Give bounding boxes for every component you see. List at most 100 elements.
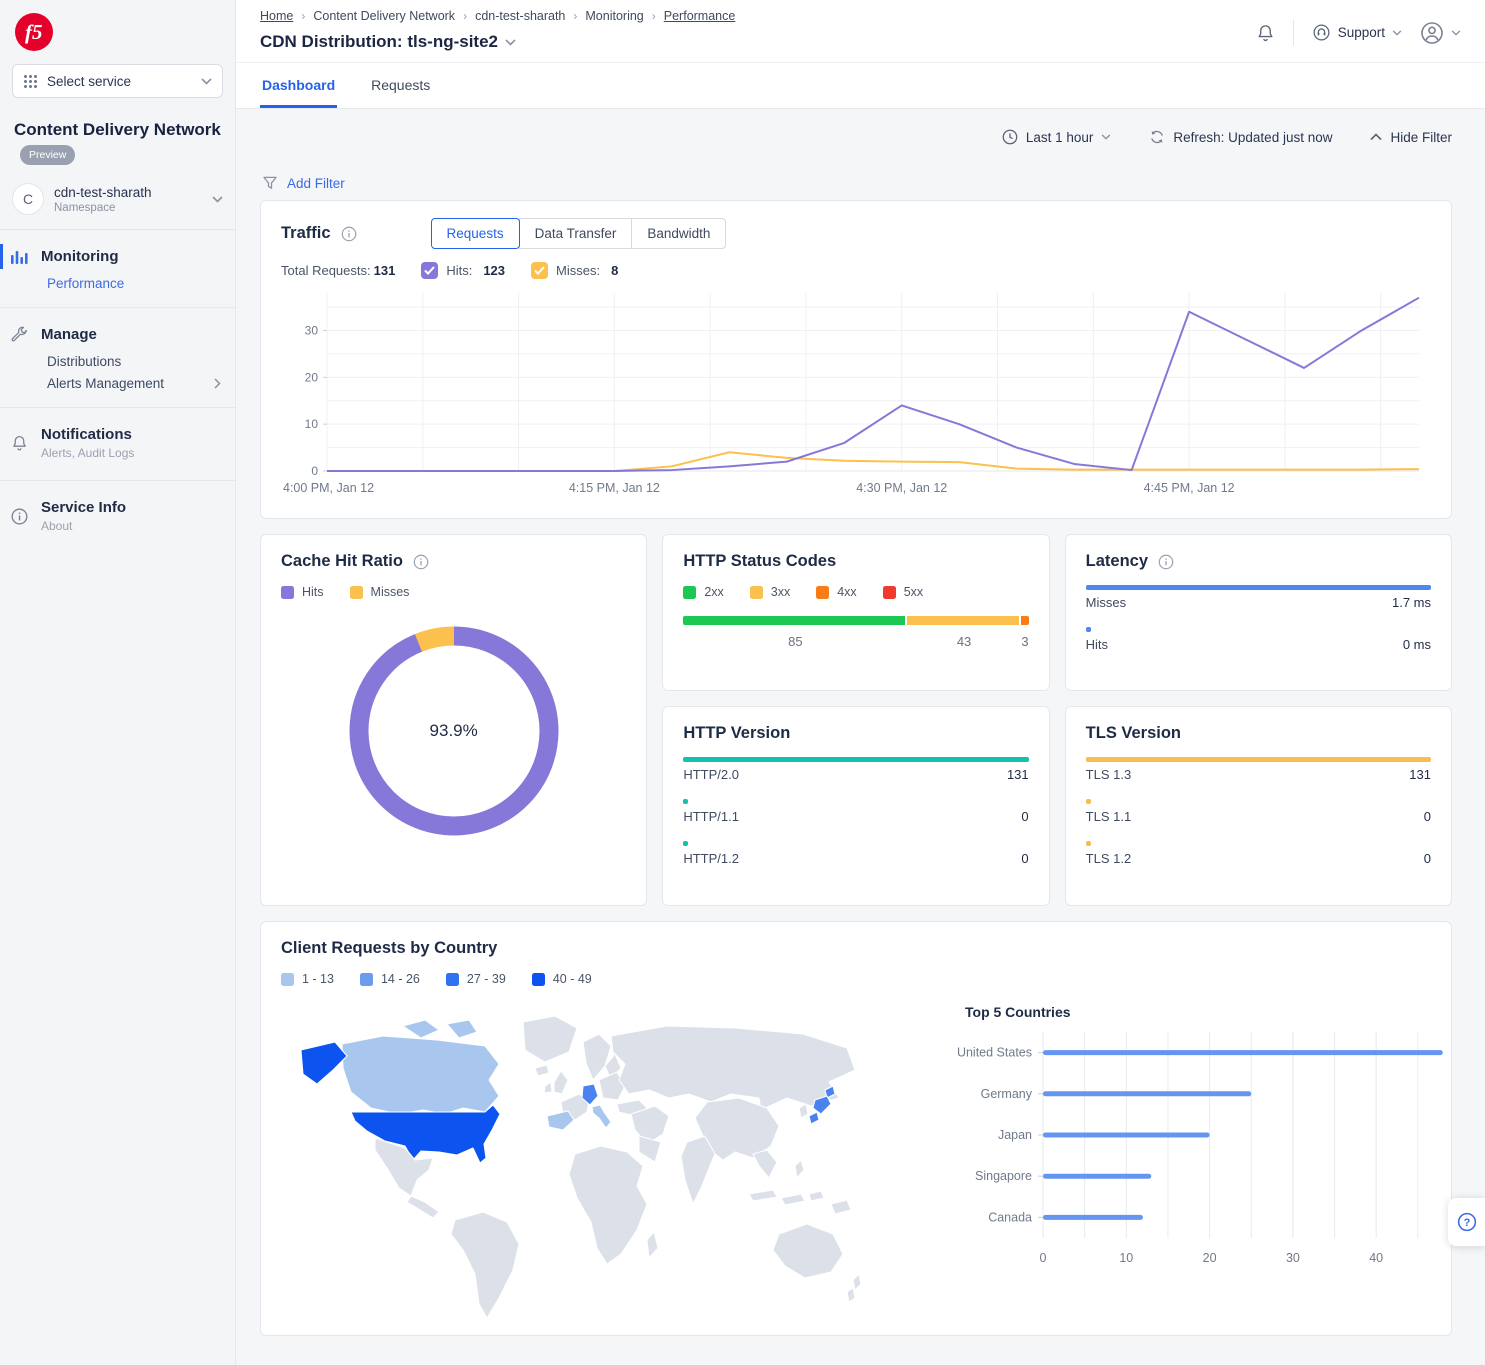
- tab-requests[interactable]: Requests: [369, 63, 432, 108]
- total-requests-value: 131: [374, 263, 396, 278]
- map-region-africa: [569, 1146, 647, 1264]
- status-segment-2xx: [683, 616, 904, 625]
- filter-toolbar: Last 1 hour Refresh: Updated just now: [260, 123, 1452, 151]
- help-button[interactable]: ?: [1448, 1198, 1485, 1246]
- svg-text:4:30 PM, Jan 12: 4:30 PM, Jan 12: [856, 481, 947, 495]
- hits-checkbox[interactable]: Hits:123: [421, 262, 505, 279]
- status-segment-4xx: [1021, 616, 1029, 625]
- latency-bars: Misses1.7 ms Hits0 ms: [1086, 585, 1431, 652]
- support-menu[interactable]: Support: [1312, 23, 1402, 42]
- tab-dashboard[interactable]: Dashboard: [260, 63, 337, 108]
- service-info-sub: About: [41, 519, 126, 533]
- namespace-avatar: C: [12, 183, 44, 215]
- info-icon[interactable]: [413, 554, 429, 570]
- sidebar-item-performance[interactable]: Performance: [0, 269, 235, 291]
- clock-icon: [1002, 129, 1018, 145]
- map-country-new-guinea: [831, 1200, 851, 1214]
- info-icon[interactable]: [1158, 554, 1174, 570]
- breadcrumb-namespace[interactable]: cdn-test-sharath: [475, 9, 565, 23]
- service-info-label: Service Info: [41, 499, 126, 516]
- support-headset-icon: [1312, 23, 1331, 42]
- http-version-bars: HTTP/2.0131 HTTP/1.10 HTTP/1.20: [683, 757, 1028, 866]
- map-country-united-states: [351, 1105, 500, 1163]
- svg-text:30: 30: [305, 323, 319, 337]
- map-country-alaska: [301, 1042, 347, 1084]
- metric-row-TLS 1.2: TLS 1.20: [1086, 841, 1431, 866]
- svg-text:40: 40: [1369, 1251, 1383, 1265]
- support-label: Support: [1338, 25, 1385, 40]
- svg-text:20: 20: [305, 370, 319, 384]
- hide-filter-button[interactable]: Hide Filter: [1370, 130, 1452, 145]
- traffic-title: Traffic: [281, 224, 331, 243]
- monitoring-label: Monitoring: [41, 248, 118, 265]
- misses-checkbox[interactable]: Misses:8: [531, 262, 618, 279]
- svg-text:Germany: Germany: [981, 1087, 1033, 1101]
- topbar: Home › Content Delivery Network › cdn-te…: [236, 0, 1485, 63]
- metric-row-TLS 1.1: TLS 1.10: [1086, 799, 1431, 824]
- legend-item: 3xx: [750, 585, 790, 599]
- sidebar-item-notifications[interactable]: Notifications Alerts, Audit Logs: [0, 422, 235, 464]
- checkbox-checked-icon: [421, 262, 438, 279]
- cache-hit-ratio-title: Cache Hit Ratio: [281, 552, 403, 571]
- breadcrumb-home[interactable]: Home: [260, 9, 293, 23]
- map-country-spain: [547, 1111, 574, 1130]
- breadcrumb-monitoring[interactable]: Monitoring: [585, 9, 643, 23]
- svg-text:0: 0: [311, 464, 318, 478]
- client-requests-by-country-card: Client Requests by Country 1 - 1314 - 26…: [260, 921, 1452, 1336]
- preview-badge: Preview: [20, 145, 75, 165]
- traffic-view-requests[interactable]: Requests: [431, 218, 520, 249]
- legend-item: 14 - 26: [360, 972, 420, 986]
- legend-item: Hits: [281, 585, 324, 599]
- breadcrumb-performance[interactable]: Performance: [664, 9, 736, 23]
- metric-row-Misses: Misses1.7 ms: [1086, 585, 1431, 610]
- grid-icon: [23, 74, 38, 89]
- legend-item: 27 - 39: [446, 972, 506, 986]
- map-country-italy: [592, 1105, 611, 1128]
- metric-row-HTTP/1.2: HTTP/1.20: [683, 841, 1028, 866]
- status-value-4xx: 3: [1021, 634, 1028, 649]
- sidebar-item-monitoring[interactable]: Monitoring: [0, 244, 235, 269]
- latency-card: Latency Misses1.7 ms Hits0 ms: [1065, 534, 1452, 691]
- chevron-down-icon: [1451, 30, 1461, 36]
- sidebar-item-distributions[interactable]: Distributions: [0, 347, 235, 369]
- map-country-canada: [342, 1036, 499, 1114]
- map-country-indonesia: [749, 1190, 777, 1201]
- time-range-label: Last 1 hour: [1026, 130, 1094, 145]
- latency-title: Latency: [1086, 552, 1148, 571]
- bell-icon: [1256, 23, 1275, 43]
- status-codes-values: 85433: [683, 634, 1028, 650]
- select-service-dropdown[interactable]: Select service: [12, 64, 223, 98]
- map-country-australia: [773, 1224, 843, 1278]
- namespace-selector[interactable]: C cdn-test-sharath Namespace: [12, 183, 223, 215]
- http-version-title: HTTP Version: [683, 724, 790, 743]
- misses-label: Misses:: [556, 263, 600, 278]
- page-title[interactable]: CDN Distribution: tls-ng-site2: [260, 32, 735, 52]
- traffic-view-bandwidth[interactable]: Bandwidth: [631, 218, 726, 249]
- traffic-view-data-transfer[interactable]: Data Transfer: [519, 218, 633, 249]
- breadcrumb-separator: ›: [652, 9, 656, 23]
- refresh-button[interactable]: Refresh: Updated just now: [1149, 129, 1332, 145]
- info-icon[interactable]: [341, 226, 357, 242]
- sidebar-item-manage[interactable]: Manage: [0, 322, 235, 347]
- notifications-bell-button[interactable]: [1256, 23, 1275, 43]
- traffic-card: Traffic Requests Data Transfer Bandwidth…: [260, 200, 1452, 519]
- sidebar-item-service-info[interactable]: Service Info About: [0, 495, 235, 537]
- map-country-ireland: [544, 1082, 552, 1093]
- status-segment-3xx: [907, 616, 1019, 625]
- map-country-uk: [554, 1071, 568, 1094]
- chevron-right-icon: [214, 378, 221, 389]
- chevron-down-icon: [1101, 134, 1111, 140]
- sidebar-item-alerts-management[interactable]: Alerts Management: [0, 369, 235, 391]
- refresh-label: Refresh: Updated just now: [1173, 130, 1332, 145]
- breadcrumb-cdn[interactable]: Content Delivery Network: [313, 9, 455, 23]
- map-legend: 1 - 1314 - 2627 - 3940 - 49: [281, 972, 1431, 986]
- user-menu[interactable]: [1420, 21, 1461, 45]
- map-region-se-asia: [753, 1150, 777, 1178]
- add-filter-button[interactable]: Add Filter: [262, 175, 345, 191]
- time-range-picker[interactable]: Last 1 hour: [1002, 129, 1112, 145]
- product-title: Content Delivery NetworkPreview: [14, 118, 221, 167]
- svg-text:4:15 PM, Jan 12: 4:15 PM, Jan 12: [569, 481, 660, 495]
- add-filter-label: Add Filter: [287, 176, 345, 191]
- page-title-text: CDN Distribution: tls-ng-site2: [260, 32, 498, 52]
- manage-label: Manage: [41, 326, 97, 343]
